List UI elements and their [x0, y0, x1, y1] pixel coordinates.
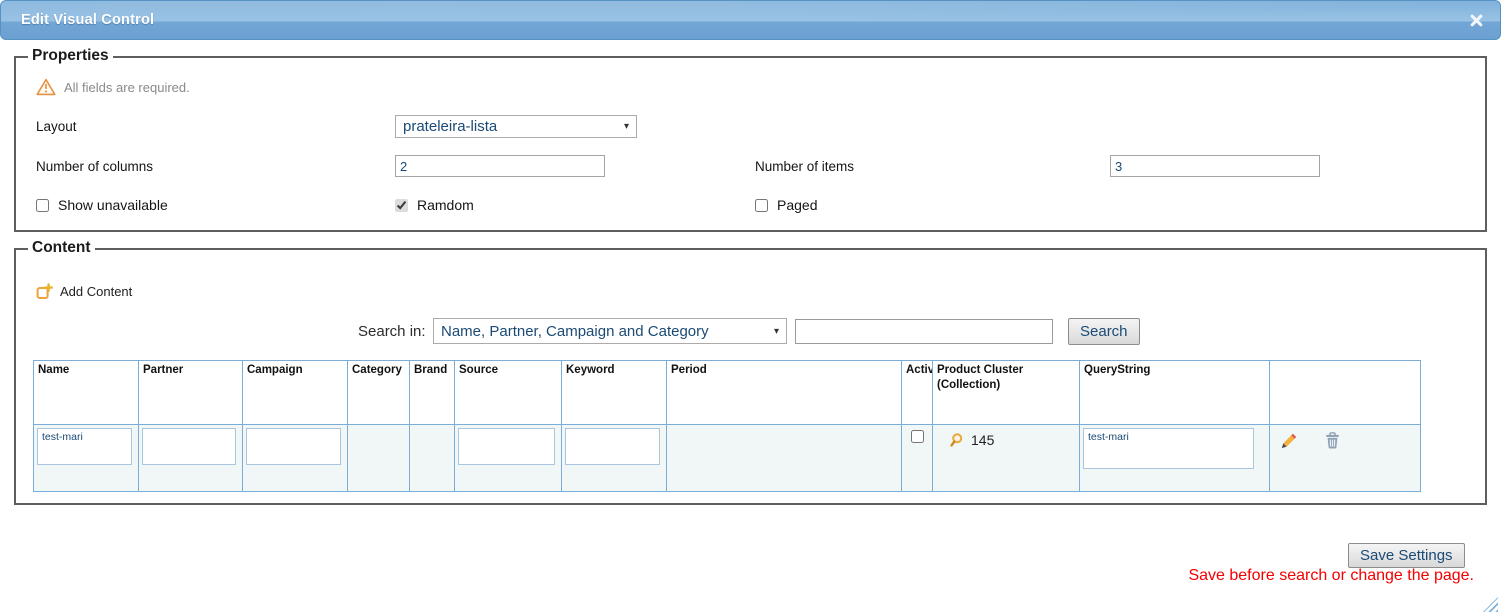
properties-legend: Properties [28, 47, 113, 65]
col-header-keyword: Keyword [562, 361, 667, 425]
paged-label: Paged [777, 197, 817, 213]
search-input[interactable] [795, 319, 1053, 344]
dialog-title: Edit Visual Control [21, 12, 154, 28]
row-partner-input[interactable] [142, 428, 236, 465]
col-header-actions [1270, 361, 1421, 425]
row-source-input[interactable] [458, 428, 555, 465]
items-label: Number of items [755, 159, 854, 174]
content-section: Content Add Content Search in: Name, Par… [14, 248, 1487, 505]
row-campaign-input[interactable] [246, 428, 341, 465]
content-legend: Content [28, 239, 95, 257]
product-cluster-count: 145 [971, 432, 994, 448]
col-header-brand: Brand [410, 361, 455, 425]
row-keyword-input[interactable] [565, 428, 660, 465]
col-header-source: Source [455, 361, 562, 425]
col-header-name: Name [34, 361, 139, 425]
table-header-row: Name Partner Campaign Category Brand Sou… [34, 361, 1421, 425]
add-content-button[interactable]: Add Content [36, 283, 132, 300]
cell-product-cluster: 145 [933, 425, 1080, 492]
edit-visual-control-dialog: Edit Visual Control Properties All field… [0, 0, 1501, 615]
col-header-campaign: Campaign [243, 361, 348, 425]
layout-label: Layout [36, 119, 77, 134]
save-warning-text: Save before search or change the page. [1188, 567, 1474, 585]
cell-brand [410, 425, 455, 492]
show-unavailable-checkbox[interactable] [36, 199, 49, 212]
layout-select[interactable]: prateleira-lista ▾ [395, 115, 637, 138]
paged-checkbox[interactable] [755, 199, 768, 212]
resize-grip[interactable] [1483, 597, 1498, 612]
required-note: All fields are required. [64, 80, 190, 95]
edit-pencil-icon[interactable] [1281, 432, 1298, 449]
chevron-down-icon: ▾ [624, 121, 629, 132]
cell-category [348, 425, 410, 492]
search-in-label: Search in: [358, 323, 426, 340]
col-header-category: Category [348, 361, 410, 425]
warning-icon [36, 78, 56, 96]
add-content-icon [36, 283, 53, 300]
col-header-partner: Partner [139, 361, 243, 425]
search-scope-value: Name, Partner, Campaign and Category [441, 323, 709, 340]
required-note-row: All fields are required. [36, 78, 190, 96]
columns-label: Number of columns [36, 159, 153, 174]
cell-querystring: test-mari [1080, 425, 1270, 492]
search-button[interactable]: Search [1068, 318, 1140, 345]
cell-campaign [243, 425, 348, 492]
content-table: Name Partner Campaign Category Brand Sou… [33, 360, 1421, 492]
random-checkbox[interactable] [395, 199, 408, 212]
show-unavailable-label: Show unavailable [58, 197, 168, 213]
random-label: Ramdom [417, 197, 474, 213]
col-header-querystring: QueryString [1080, 361, 1270, 425]
cell-name: test-mari [34, 425, 139, 492]
cell-source [455, 425, 562, 492]
add-content-label: Add Content [60, 284, 132, 299]
search-scope-select[interactable]: Name, Partner, Campaign and Category ▾ [433, 318, 787, 344]
row-querystring-input[interactable]: test-mari [1083, 428, 1254, 469]
cell-active [902, 425, 933, 492]
close-icon[interactable] [1470, 14, 1483, 27]
col-header-product-cluster: Product Cluster (Collection) [933, 361, 1080, 425]
paged-group: Paged [755, 197, 817, 213]
table-row: test-mari [34, 425, 1421, 492]
row-name-input[interactable]: test-mari [37, 428, 132, 465]
random-group: Ramdom [395, 197, 474, 213]
save-settings-button[interactable]: Save Settings [1348, 543, 1465, 568]
columns-input[interactable] [395, 155, 605, 177]
dialog-titlebar: Edit Visual Control [0, 0, 1501, 40]
delete-trash-icon[interactable] [1324, 432, 1341, 449]
items-input[interactable] [1110, 155, 1320, 177]
col-header-active: Activ [902, 361, 933, 425]
col-header-period: Period [667, 361, 902, 425]
cell-actions [1270, 425, 1421, 492]
row-active-checkbox[interactable] [911, 430, 924, 443]
cell-partner [139, 425, 243, 492]
cell-keyword [562, 425, 667, 492]
magnifier-icon[interactable] [950, 432, 966, 448]
cell-period [667, 425, 902, 492]
layout-select-value: prateleira-lista [403, 118, 497, 135]
properties-section: Properties All fields are required. Layo… [14, 56, 1487, 232]
chevron-down-icon: ▾ [774, 326, 779, 337]
show-unavailable-group: Show unavailable [36, 197, 168, 213]
